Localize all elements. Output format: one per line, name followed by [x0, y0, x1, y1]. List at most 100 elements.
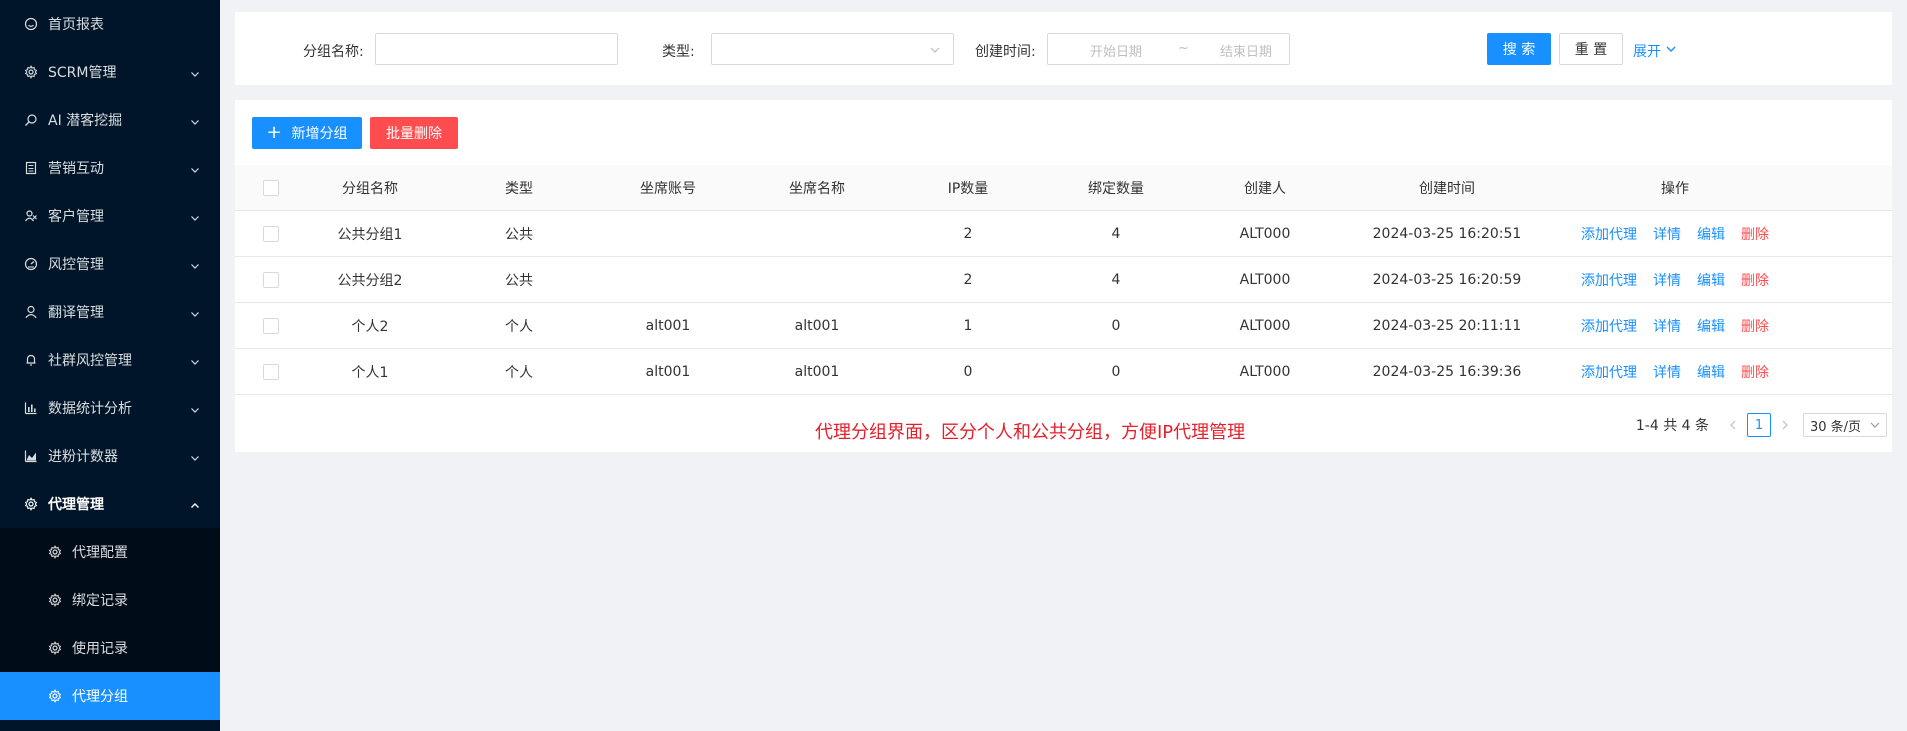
details-link[interactable]: 详情 [1653, 362, 1681, 382]
sidebar-item[interactable]: 进粉计数器 [0, 432, 220, 480]
details-link[interactable]: 详情 [1653, 270, 1681, 290]
sidebar-item-label: 首页报表 [48, 17, 104, 33]
gear-icon [48, 641, 62, 655]
edit-link[interactable]: 编辑 [1697, 224, 1725, 244]
select-all-checkbox[interactable] [263, 180, 279, 196]
cell-created-at: 2024-03-25 20:11:11 [1372, 318, 1522, 334]
column-header: 操作 [1661, 181, 1689, 197]
add-proxy-link[interactable]: 添加代理 [1581, 270, 1637, 290]
sidebar: 首页报表 SCRM管理 AI 潜客挖掘营销互动客户管理风控管理翻译管理社群风控管理数… [0, 0, 220, 731]
delete-link[interactable]: 删除 [1741, 362, 1769, 382]
calculator-icon [24, 161, 38, 175]
edit-link[interactable]: 编辑 [1697, 270, 1725, 290]
search-button[interactable]: 搜 索 [1487, 33, 1551, 65]
cell-seat-account: alt001 [645, 364, 691, 380]
pagination-total: 1-4 共 4 条 [1635, 418, 1709, 434]
sidebar-item-label: AI 潜客挖掘 [48, 113, 123, 129]
sidebar-item[interactable]: 客户管理 [0, 192, 220, 240]
add-proxy-link[interactable]: 添加代理 [1581, 316, 1637, 336]
sidebar-subitem[interactable]: 使用记录 [0, 624, 220, 672]
edit-link[interactable]: 编辑 [1697, 362, 1725, 382]
details-link[interactable]: 详情 [1653, 316, 1681, 336]
delete-link[interactable]: 删除 [1741, 316, 1769, 336]
sidebar-item-label: 翻译管理 [48, 305, 104, 321]
column-header: 创建人 [1244, 181, 1286, 197]
cell-ip-count: 2 [963, 272, 973, 288]
chevron-down-icon [190, 67, 200, 77]
gear-icon [48, 545, 62, 559]
prev-page-icon[interactable] [1723, 413, 1743, 437]
area-chart-icon [24, 449, 38, 463]
sidebar-item[interactable]: 营销互动 [0, 144, 220, 192]
delete-link[interactable]: 删除 [1741, 224, 1769, 244]
header-checkbox-cell [251, 165, 291, 211]
page-size-select[interactable]: 30 条/页 [1803, 413, 1887, 437]
sidebar-subitem[interactable]: 代理分组 [0, 672, 220, 720]
reset-button[interactable]: 重 置 [1559, 33, 1623, 65]
edit-link[interactable]: 编辑 [1697, 316, 1725, 336]
sidebar-item-label: 社群风控管理 [48, 353, 132, 369]
sidebar-item-label: 客户管理 [48, 209, 104, 225]
add-proxy-link[interactable]: 添加代理 [1581, 362, 1637, 382]
batch-delete-button[interactable]: 批量删除 [370, 117, 458, 149]
row-checkbox[interactable] [263, 364, 279, 380]
row-checkbox-cell [251, 257, 291, 303]
sidebar-item[interactable]: 首页报表 [0, 0, 220, 48]
group-name-input[interactable] [375, 33, 618, 65]
start-date-input[interactable]: 开始日期 [1090, 41, 1142, 60]
users-icon [24, 209, 38, 223]
expand-toggle[interactable]: 展开 [1633, 41, 1677, 61]
sidebar-item-open[interactable]: 代理管理 [0, 480, 220, 528]
sidebar-submenu: 代理配置 绑定记录 使用记录 代理分组 [0, 528, 220, 720]
chevron-down-icon [190, 211, 200, 221]
sidebar-item[interactable]: 风控管理 [0, 240, 220, 288]
add-proxy-link[interactable]: 添加代理 [1581, 224, 1637, 244]
cell-created-at: 2024-03-25 16:20:59 [1372, 272, 1522, 288]
sidebar-item-label: 风控管理 [48, 257, 104, 273]
row-checkbox-cell [251, 211, 291, 257]
sidebar-item[interactable]: SCRM管理 [0, 48, 220, 96]
column-header: IP数量 [947, 181, 989, 197]
sidebar-item[interactable]: 社群风控管理 [0, 336, 220, 384]
row-checkbox[interactable] [263, 318, 279, 334]
chevron-down-icon [929, 44, 941, 56]
expand-label: 展开 [1633, 44, 1661, 60]
sidebar-item[interactable]: 翻译管理 [0, 288, 220, 336]
search-icon [24, 113, 38, 127]
column-header: 分组名称 [342, 181, 398, 197]
type-select[interactable] [711, 33, 954, 65]
sidebar-subitem[interactable]: 绑定记录 [0, 576, 220, 624]
delete-link[interactable]: 删除 [1741, 270, 1769, 290]
cell-seat-name [752, 257, 882, 303]
sidebar-subitem[interactable]: 代理配置 [0, 528, 220, 576]
cell-seat-name: alt001 [794, 364, 840, 380]
date-range-picker[interactable]: 开始日期 ~ 结束日期 [1047, 33, 1290, 65]
column-header: 绑定数量 [1088, 181, 1144, 197]
column-header: 创建时间 [1419, 181, 1475, 197]
row-checkbox[interactable] [263, 272, 279, 288]
chevron-down-icon [190, 115, 200, 125]
main-content: 分组名称: 类型: 创建时间: 开始日期 ~ 结束日期 搜 索 重 置 展开 +… [220, 0, 1907, 731]
chevron-down-icon [190, 163, 200, 173]
chevron-down-icon [1661, 43, 1677, 59]
cell-bind-count: 4 [1111, 272, 1121, 288]
end-date-input[interactable]: 结束日期 [1220, 41, 1272, 60]
cell-created-at: 2024-03-25 16:39:36 [1372, 364, 1522, 380]
cell-name: 公共分组1 [337, 227, 403, 243]
cell-seat-account [603, 211, 733, 257]
page-number[interactable]: 1 [1747, 413, 1771, 437]
details-link[interactable]: 详情 [1653, 224, 1681, 244]
table-body: 公共分组1 公共 2 4 ALT000 2024-03-25 16:20:51 添加代理 详情… [235, 211, 1892, 395]
sidebar-item[interactable]: AI 潜客挖掘 [0, 96, 220, 144]
range-separator: ~ [1178, 41, 1189, 56]
cell-seat-name [752, 211, 882, 257]
user-icon [24, 305, 38, 319]
row-checkbox-cell [251, 349, 291, 395]
actions-cell: 添加代理 详情 编辑 删除 [1545, 257, 1805, 303]
sidebar-item[interactable]: 数据统计分析 [0, 384, 220, 432]
next-page-icon[interactable] [1775, 413, 1795, 437]
row-checkbox[interactable] [263, 226, 279, 242]
add-group-button[interactable]: + 新增分组 [252, 117, 362, 149]
gear-icon [48, 689, 62, 703]
cell-created-at: 2024-03-25 16:20:51 [1372, 226, 1522, 242]
